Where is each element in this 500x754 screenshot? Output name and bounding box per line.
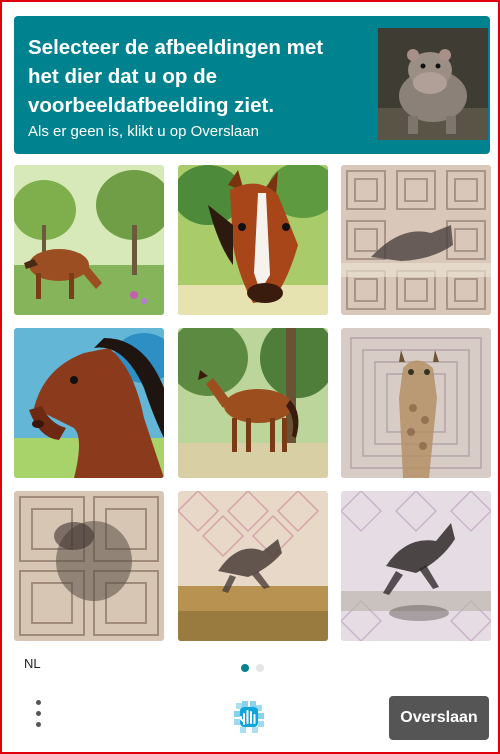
grid-image-3[interactable] (341, 165, 491, 315)
grid-image-6[interactable] (341, 328, 491, 478)
grid-image-7[interactable] (14, 491, 164, 641)
hand-icon (232, 699, 266, 735)
page-indicator (241, 659, 267, 677)
captcha-frame: Selecteer de afbeeldingen met het dier d… (0, 0, 500, 754)
skip-button[interactable]: Overslaan (389, 696, 489, 740)
page-dot-2 (256, 664, 265, 672)
kebab-menu-icon[interactable] (30, 700, 46, 736)
grid-image-5[interactable] (178, 328, 328, 478)
challenge-title: Selecteer de afbeeldingen met het dier d… (28, 36, 324, 117)
grid-image-9[interactable] (341, 491, 491, 641)
grid-image-1[interactable] (14, 165, 164, 315)
language-selector[interactable]: NL (24, 656, 41, 671)
grid-image-4[interactable] (14, 328, 164, 478)
grid-image-8[interactable] (178, 491, 328, 641)
grid-image-2[interactable] (178, 165, 328, 315)
example-image (378, 28, 488, 140)
challenge-header: Selecteer de afbeeldingen met het dier d… (14, 16, 490, 154)
challenge-subtitle: Als er geen is, klikt u op Overslaan (28, 123, 259, 140)
page-dot-1 (241, 664, 249, 672)
